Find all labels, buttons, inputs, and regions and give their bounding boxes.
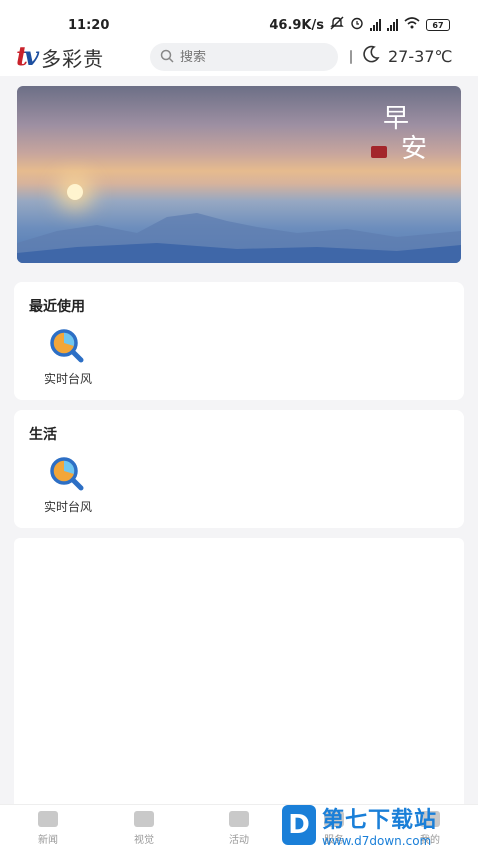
- status-time: 11:20: [68, 18, 110, 33]
- mountains-image: [17, 213, 461, 263]
- typhoon-search-icon: [46, 328, 90, 364]
- wifi-icon: [404, 17, 420, 33]
- search-icon: [160, 48, 174, 67]
- recent-item-label: 实时台风: [43, 372, 92, 386]
- tab-activity-label: 活动: [229, 835, 249, 846]
- recent-section-title: 最近使用: [29, 299, 85, 315]
- life-item-label: 实时台风: [43, 500, 92, 514]
- greeting-line-2: 安: [401, 134, 428, 164]
- greeting-line-1: 早: [383, 104, 410, 134]
- search-bar[interactable]: [150, 43, 352, 71]
- recent-item-typhoon[interactable]: 实时台风: [38, 328, 98, 387]
- news-icon: [38, 811, 58, 827]
- tab-news-label: 新闻: [38, 835, 58, 846]
- search-input[interactable]: [180, 49, 350, 65]
- activity-icon: [229, 811, 249, 827]
- mute-icon: [330, 16, 344, 34]
- net-speed: 46.9K/s: [269, 17, 324, 33]
- video-icon: [134, 811, 154, 827]
- weather-temp: 27-37℃: [388, 46, 453, 66]
- watermark-text: 第七下载站 www.d7down.com: [322, 802, 437, 848]
- logo-text: 多彩贵: [41, 46, 105, 71]
- alarm-icon: [350, 16, 364, 34]
- signal-icon-2: [387, 19, 398, 31]
- life-item-typhoon[interactable]: 实时台风: [38, 456, 98, 515]
- greeting-text: 早 安: [383, 104, 427, 164]
- life-section: 生活 实时台风: [14, 410, 464, 528]
- site-watermark: D 第七下载站 www.d7down.com: [282, 800, 478, 850]
- content-panel: [14, 538, 464, 810]
- life-section-title: 生活: [29, 427, 57, 443]
- moon-icon: [362, 45, 380, 67]
- tab-vision-label: 视觉: [134, 835, 154, 846]
- watermark-logo-icon: D: [282, 805, 316, 845]
- greeting-banner[interactable]: 早 安: [17, 86, 461, 263]
- sun-glow: [67, 184, 83, 200]
- scan-icon[interactable]: [350, 50, 352, 64]
- tab-vision[interactable]: 视觉: [120, 811, 168, 846]
- red-seal-stamp: [371, 146, 387, 158]
- tab-activity[interactable]: 活动: [215, 811, 263, 846]
- status-icons: 46.9K/s 67: [269, 16, 450, 34]
- typhoon-search-icon: [46, 456, 90, 492]
- status-bar: 11:20 46.9K/s 67: [0, 0, 478, 40]
- watermark-title: 第七下载站: [322, 808, 438, 833]
- weather-widget[interactable]: 27-37℃: [362, 45, 452, 67]
- recent-section: 最近使用 实时台风: [14, 282, 464, 400]
- top-header: tv 多彩贵 27-37℃: [0, 40, 478, 76]
- logo-mark: tv: [16, 42, 39, 72]
- signal-icon: [370, 19, 381, 31]
- tab-news[interactable]: 新闻: [24, 811, 72, 846]
- watermark-url: www.d7down.com: [322, 834, 432, 848]
- battery-icon: 67: [426, 19, 450, 31]
- app-logo: tv 多彩贵: [16, 42, 104, 72]
